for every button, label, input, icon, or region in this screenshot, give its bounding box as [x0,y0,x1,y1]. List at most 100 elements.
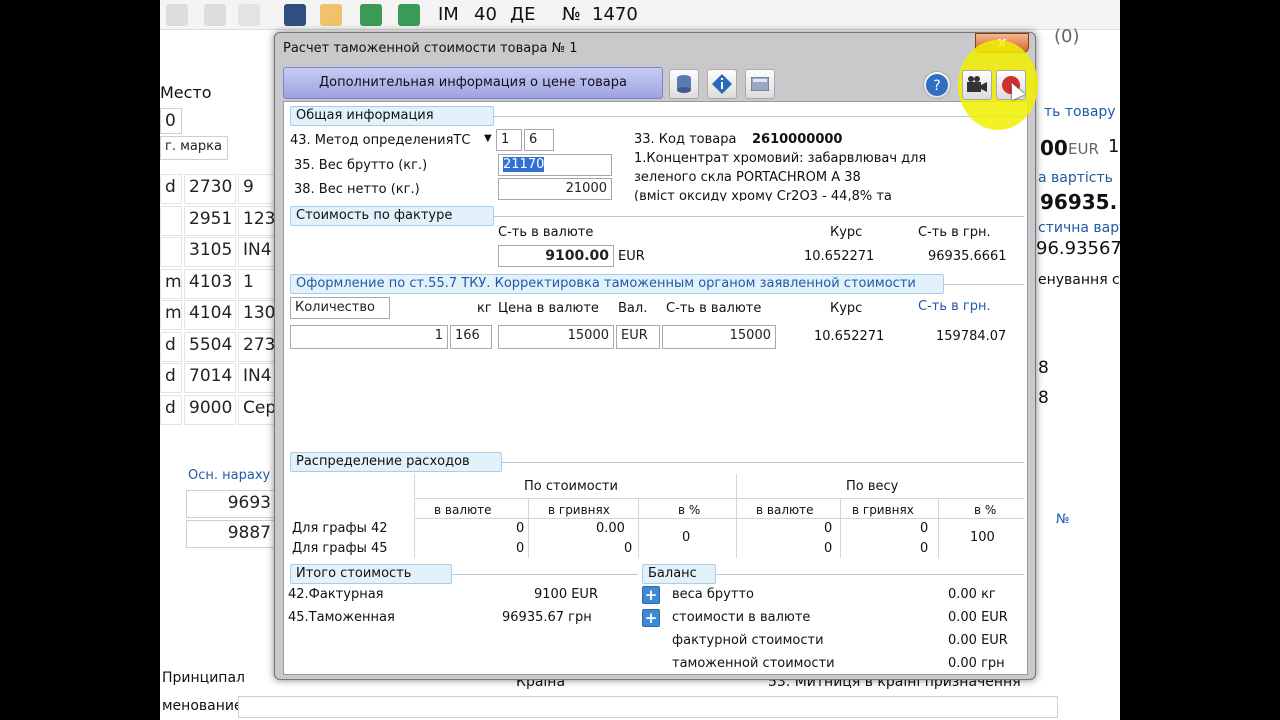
customs-total-value: 96935.67 грн [502,610,592,625]
toolbar-num2: 1470 [592,4,638,25]
uah-header: С-ть в грн. [918,299,991,314]
method-field-1[interactable]: 1 [496,129,522,151]
desc-line-1: 1.Концентрат хромовий: забарвлювач для [634,151,927,166]
info-icon[interactable] [707,69,737,99]
invoice-rate: 10.652271 [804,249,875,264]
bg-table-cell: 2951 [184,205,236,236]
bg-table-cell: 1 [238,268,278,299]
balance-cust-value: 0.00 грн [948,656,1005,671]
price-input[interactable]: 15000 [498,325,614,349]
correction-uah: 159784.07 [936,329,1007,344]
bg-table-cell: 2730 [184,174,236,204]
additional-info-header[interactable]: Дополнительная информация о цене товара [283,67,663,99]
section-invoice: Стоимость по фактуре [290,206,494,226]
database-icon[interactable] [669,69,699,99]
undo-icon[interactable] [320,4,342,26]
cost-uah-col: в гривнях [548,503,610,517]
divider [502,462,1024,463]
invoice-total-label: 42.Фактурная [288,587,384,602]
cost-uah-42: 0.00 [596,521,625,536]
expand-plus-icon[interactable]: + [642,586,660,604]
cost-currency-input[interactable]: 15000 [662,325,776,349]
invoice-rate-header: Курс [830,225,863,240]
invoice-amount[interactable]: 9100.00 [498,245,614,267]
customs-value-dialog: Расчет таможенной стоимости товара № 1 x… [274,32,1036,680]
customs-total-label: 45.Таможенная [288,610,395,625]
bg-counter: (0) [1054,26,1080,47]
balance-gross-label: веса брутто [672,587,754,602]
bg-table-cell: m [160,268,182,299]
table-line [528,498,529,558]
toolbar-im: IM [438,4,459,25]
chevron-down-icon[interactable]: ▼ [484,133,492,144]
label-naimenovanie: менование [162,698,243,714]
section-general: Общая информация [290,106,494,126]
bg-value-96935b: 96.93567 [1036,238,1120,259]
table-line [938,498,939,558]
invoice-currency: EUR [618,249,645,264]
main-toolbar: IM 40 ДЕ № 1470 [160,0,1120,30]
bg-table-cell: 7014 [184,363,236,393]
gross-weight-selected: 21170 [503,157,545,172]
import-icon[interactable] [360,4,382,26]
cur-header: С-ть в валюте [666,301,762,316]
bg-table-cell: 5504 [184,331,236,362]
bg-table-cell: 9 [238,174,278,204]
cost-currency-col: в валюте [434,503,492,517]
nav-end-icon[interactable] [204,4,226,26]
balance-cur-label: стоимости в валюте [672,610,811,625]
divider [494,216,1024,217]
save-icon[interactable] [284,4,306,26]
cost-cur-42: 0 [516,521,525,536]
export-icon[interactable] [398,4,420,26]
refresh-icon[interactable] [238,4,260,26]
bg-value-2: 9887 [186,520,276,548]
toolbar-de: ДЕ [510,4,536,25]
bg-select-marka[interactable]: г. марка [160,136,228,160]
invoice-total-value: 9100 EUR [534,587,598,602]
gross-weight-input[interactable]: 21170 [498,154,612,176]
table-line [638,498,639,558]
bg-label-no: № [1056,512,1070,527]
cost-pct-col: в % [678,503,701,517]
label-osn: Осн. нараху [188,468,271,483]
bg-value-1: 9693 [186,490,276,518]
by-weight-header: По весу [846,479,899,494]
svg-text:?: ? [933,78,940,94]
bg-table-cell [160,205,182,236]
section-distribution: Распределение расходов [290,452,502,472]
bg-table-cell: 9000 [184,394,236,425]
balance-inv-value: 0.00 EUR [948,633,1008,648]
nav-back-icon[interactable] [166,4,188,26]
bg-field-naimenovanie[interactable] [238,696,1058,718]
table-line [840,498,841,558]
calculator-icon[interactable] [745,69,775,99]
method-field-2[interactable]: 6 [524,129,554,151]
unit-code-input[interactable]: 166 [450,325,492,349]
weight-uah-45: 0 [920,541,929,556]
rate-header: Курс [830,301,863,316]
val-header: Вал. [618,301,648,316]
code-value: 2610000000 [752,132,843,147]
bg-label-vartist: а вартість [1038,170,1113,186]
help-icon[interactable]: ? [923,71,951,99]
bg-value-1b: 1 [1108,136,1120,157]
label-printsipal: Принципал [162,670,245,686]
row-42-label: Для графы 42 [292,521,388,536]
bg-field-0[interactable]: 0 [160,108,182,134]
camera-icon[interactable] [962,70,992,100]
bg-table-cell: 130 [238,300,278,330]
unit-label: кг [477,301,492,316]
bg-table-cell: IN4 [238,237,278,267]
row-45-label: Для графы 45 [292,541,388,556]
currency-input[interactable]: EUR [616,325,660,349]
cost-pct: 0 [682,530,691,545]
bg-table-cell: d [160,394,182,425]
code-label: 33. Код товара [634,132,737,147]
bg-label-naim: енування ск [1038,272,1120,288]
bg-table-cell: d [160,174,182,204]
net-weight-input[interactable]: 21000 [498,178,612,200]
quantity-input[interactable]: 1 [290,325,448,349]
balance-cur-value: 0.00 EUR [948,610,1008,625]
expand-plus-icon[interactable]: + [642,609,660,627]
